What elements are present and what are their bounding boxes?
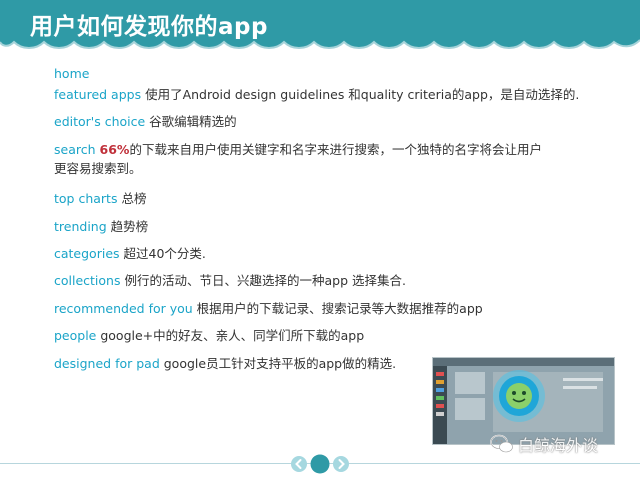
item-text: 使用了Android design guidelines 和quality cr… (141, 87, 580, 102)
item-key: home (54, 66, 90, 81)
item-key: recommended for you (54, 301, 193, 316)
item-key: editor's choice (54, 114, 146, 129)
chevron-right-icon[interactable] (332, 455, 350, 473)
list-item: categories 超过40个分类. (54, 246, 206, 262)
item-text: google员工针对支持平板的app做的精选. (159, 356, 397, 371)
watermark-text: 白鲸海外谈 (518, 436, 599, 455)
header-banner: 用户如何发现你的app (0, 0, 640, 58)
list-item: designed for pad google员工针对支持平板的app做的精选. (54, 356, 396, 372)
list-item: people google+中的好友、亲人、同学们所下载的app (54, 328, 364, 344)
item-key: collections (54, 273, 121, 288)
item-text: google+中的好友、亲人、同学们所下载的app (96, 328, 365, 343)
list-item-continuation: 更容易搜索到。 (54, 161, 142, 177)
item-text: 例行的活动、节日、兴趣选择的一种app 选择集合. (120, 273, 406, 288)
wechat-icon (490, 434, 513, 453)
list-item: recommended for you 根据用户的下载记录、搜索记录等大数据推荐… (54, 301, 483, 317)
list-item: search 66%的下载来自用户使用关键字和名字来进行搜索，一个独特的名字将会… (54, 142, 542, 158)
dot-icon[interactable] (309, 453, 331, 475)
list-item: featured apps 使用了Android design guidelin… (54, 87, 579, 103)
item-text: 总榜 (117, 191, 147, 206)
item-key: featured apps (54, 87, 142, 102)
list-item: home (54, 66, 89, 82)
page-title: 用户如何发现你的app (30, 14, 268, 40)
list-item: collections 例行的活动、节日、兴趣选择的一种app 选择集合. (54, 273, 406, 289)
item-key: people (54, 328, 97, 343)
item-key: categories (54, 246, 120, 261)
item-text: 谷歌编辑精选的 (145, 114, 237, 129)
item-key: trending (54, 219, 107, 234)
item-key: designed for pad (54, 356, 160, 371)
list-item: trending 趋势榜 (54, 219, 148, 235)
item-key: search (54, 142, 96, 157)
item-text: 更容易搜索到。 (54, 161, 142, 176)
item-text: 根据用户的下载记录、搜索记录等大数据推荐的app (192, 301, 483, 316)
item-key: top charts (54, 191, 118, 206)
item-text: 趋势榜 (106, 219, 149, 234)
list-item: editor's choice 谷歌编辑精选的 (54, 114, 237, 130)
item-highlight: 66% (99, 142, 130, 157)
chevron-left-icon[interactable] (290, 455, 308, 473)
item-text: 超过40个分类. (119, 246, 206, 261)
list-item: top charts 总榜 (54, 191, 146, 207)
item-text: 的下载来自用户使用关键字和名字来进行搜索，一个独特的名字将会让用户 (129, 142, 542, 157)
